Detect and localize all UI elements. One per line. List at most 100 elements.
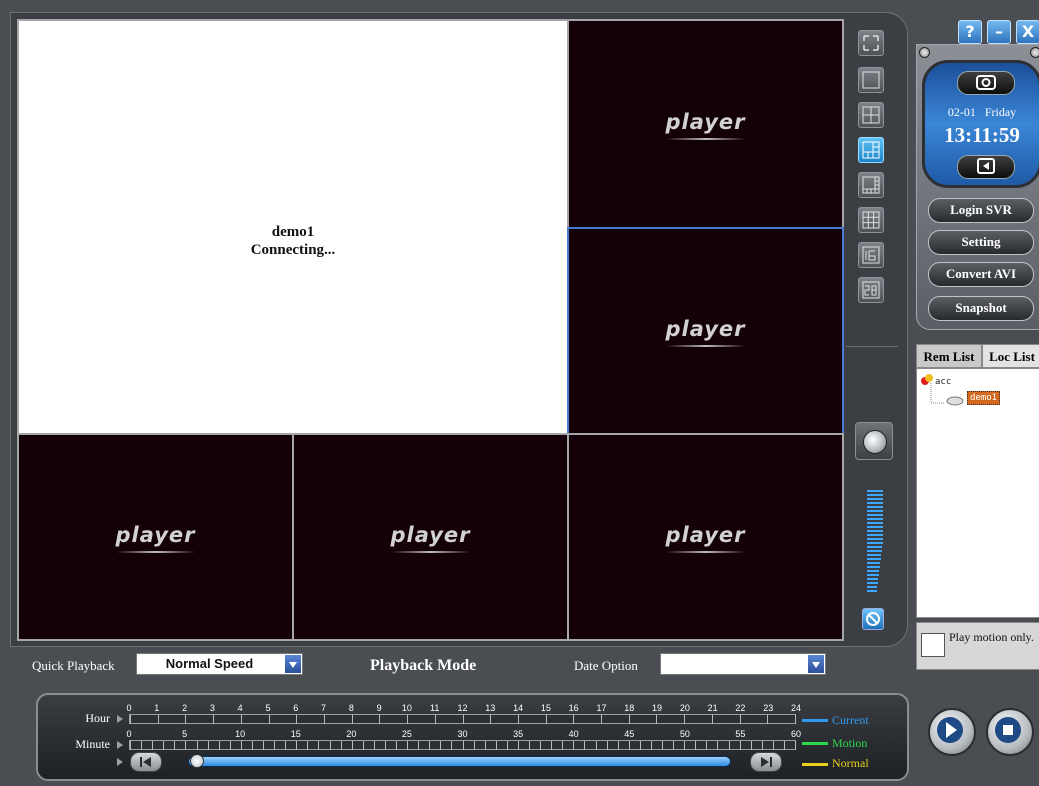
player-label: player [665,110,746,134]
help-button[interactable]: ? [958,20,982,44]
minimize-button[interactable]: – [987,20,1011,44]
ruler-tick [407,715,409,724]
ruler-tick [141,741,143,750]
ruler-tick [662,741,663,750]
legend-motion-label: Motion [832,736,868,750]
player-3-selected[interactable]: player [567,227,844,435]
layout-9-button[interactable] [858,207,884,233]
volume-bar [867,570,879,572]
tab-rem-list[interactable]: Rem List [916,344,982,368]
back-button[interactable] [957,155,1015,179]
player-5[interactable]: player [292,433,569,641]
tick-label: 55 [735,729,746,739]
day-value: Friday [984,105,1017,119]
layout-16-button[interactable] [858,242,884,268]
ruler-tick [462,741,464,750]
tab-loc-list[interactable]: Loc List [982,344,1039,368]
hour-arrow-icon [117,715,123,723]
tick-label: 5 [182,729,188,739]
ruler-tick [174,741,176,750]
ruler-tick [517,741,519,750]
player-2[interactable]: player [567,19,844,229]
close-button[interactable]: X [1016,20,1039,44]
ruler-tick [695,741,697,750]
prev-button[interactable] [130,752,162,772]
tick-label: 7 [321,703,327,713]
player-main[interactable]: demo1 Connecting... [17,19,569,435]
tick-label: 0 [126,729,132,739]
next-button[interactable] [750,752,782,772]
ruler-tick [263,741,264,750]
volume-bar [867,526,883,528]
zoom-button[interactable] [855,422,893,460]
hour-ruler[interactable] [129,714,796,724]
date-option-label: Date Option [574,658,638,673]
ruler-tick [274,741,276,750]
ruler-tick [628,741,630,750]
ruler-tick [434,715,436,724]
record-button[interactable] [957,71,1015,95]
nine-grid-icon [862,211,880,229]
volume-bar [867,518,883,520]
snapshot-button[interactable]: Snapshot [928,296,1034,321]
player-label: player [665,523,746,547]
legend-current-swatch [802,719,828,722]
hour-label: Hour [85,711,110,725]
mute-button[interactable] [862,608,884,630]
ruler-tick [767,715,769,724]
play-motion-checkbox[interactable] [921,633,945,657]
layout-8-button[interactable] [858,172,884,198]
ruler-tick [684,741,686,750]
volume-bar [867,490,883,492]
player-underline [665,345,746,347]
ruler-tick [628,715,630,724]
player-6[interactable]: player [567,433,844,641]
login-svr-button[interactable]: Login SVR [928,198,1034,223]
minute-ruler[interactable] [129,740,796,750]
tree-camera[interactable]: demo1 [967,391,1001,405]
ruler-tick [595,741,597,750]
volume-bar [867,522,883,524]
speed-select[interactable]: Normal Speed [136,653,303,675]
ruler-tick [163,741,165,750]
eight-grid-icon [862,176,880,194]
tick-label: 50 [679,729,690,739]
ruler-tick [495,741,497,750]
seek-bar[interactable] [188,756,731,767]
ruler-tick [418,741,420,750]
ruler-tick [296,741,298,750]
player-4[interactable]: player [17,433,294,641]
screw-icon [919,47,930,58]
ruler-tick [451,741,453,750]
ruler-tick [362,741,364,750]
ruler-tick [684,715,686,724]
play-button[interactable] [928,708,976,756]
ruler-tick [617,741,619,750]
ruler-tick [517,715,519,724]
ruler-tick [318,741,320,750]
speed-value: Normal Speed [165,656,254,671]
tick-label: 20 [346,729,357,739]
volume-bar [867,510,883,512]
stop-button[interactable] [986,708,1034,756]
date-select[interactable] [660,653,826,675]
convert-avi-button[interactable]: Convert AVI [928,262,1034,287]
single-grid-icon [862,71,880,89]
ruler-tick [606,741,608,750]
volume-slider[interactable] [867,490,883,600]
setting-button[interactable]: Setting [928,230,1034,255]
seek-handle[interactable] [190,754,204,768]
volume-bar [867,574,879,576]
tick-label: 18 [624,703,635,713]
ruler-tick [573,741,575,750]
layout-6-button[interactable] [858,137,884,163]
layout-28-button[interactable] [858,277,884,303]
layout-4-button[interactable] [858,102,884,128]
volume-bar [867,582,878,584]
ruler-tick [462,715,464,724]
volume-bar [867,498,883,500]
layout-1-button[interactable] [858,67,884,93]
ruler-tick [240,715,242,724]
fullscreen-button[interactable] [858,30,884,56]
ruler-tick [490,715,492,724]
